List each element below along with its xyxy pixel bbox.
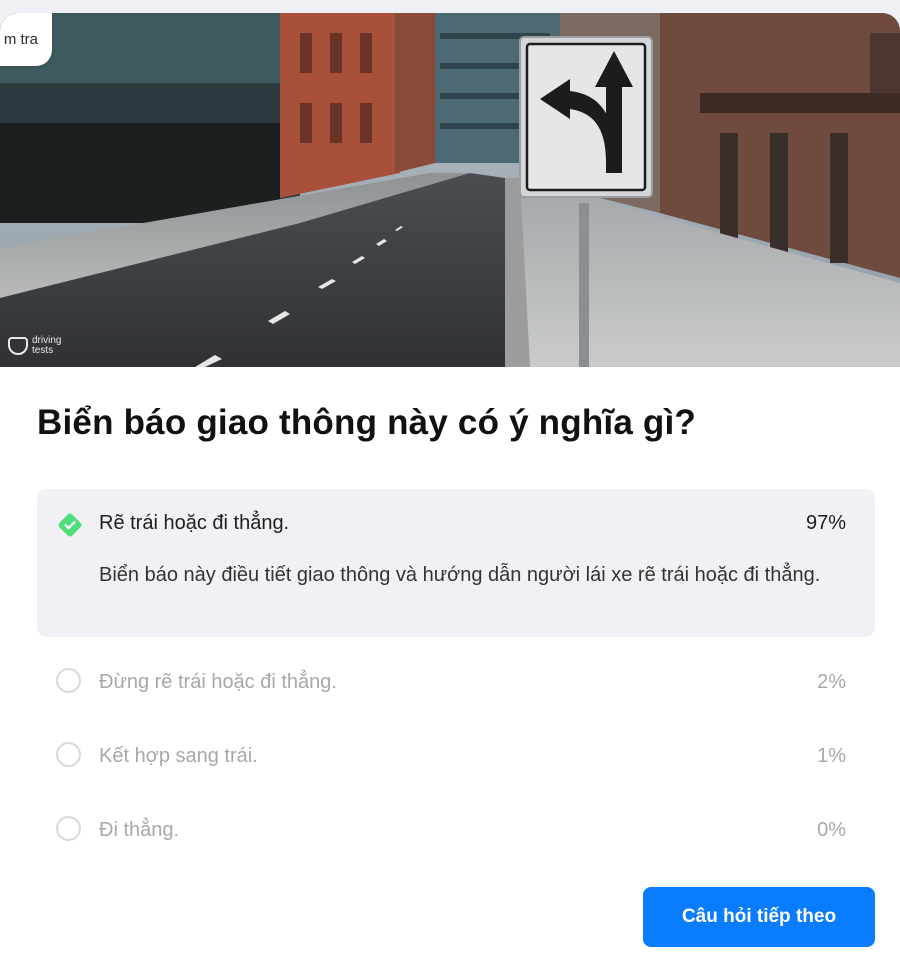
radio-circle-icon [56, 816, 81, 841]
option-label: Đi thẳng. [99, 819, 180, 841]
brand-line-2: tests [32, 345, 54, 356]
option-label: Đừng rẽ trái hoặc đi thẳng. [99, 671, 337, 693]
radio-circle-icon [56, 668, 81, 693]
image-brand-logo: driving tests [8, 336, 61, 356]
question-title: Biển báo giao thông này có ý nghĩa gì? [37, 403, 697, 442]
option-percent: 97% [805, 512, 846, 534]
quiz-card: driving tests m tra Biển báo giao thông … [0, 13, 900, 980]
option-percent: 2% [817, 671, 846, 693]
tab-label[interactable]: m tra [0, 13, 52, 66]
answer-option[interactable]: Đi thẳng. 0% [37, 796, 875, 856]
answer-option-correct[interactable]: Rẽ trái hoặc đi thẳng. 97% Biển báo này … [37, 489, 875, 637]
street-scene-illustration [0, 13, 900, 367]
option-percent: 1% [817, 745, 846, 767]
option-explanation: Biển báo này điều tiết giao thông và hướ… [99, 564, 821, 586]
next-question-button[interactable]: Câu hỏi tiếp theo [643, 887, 875, 947]
question-image: driving tests [0, 13, 900, 367]
radio-circle-icon [56, 742, 81, 767]
check-diamond-icon [58, 513, 82, 537]
drivingtests-logo-icon [8, 337, 28, 355]
option-label: Rẽ trái hoặc đi thẳng. [99, 512, 290, 534]
tab-label-text: m tra [3, 31, 38, 48]
option-percent: 0% [817, 819, 846, 841]
answer-option[interactable]: Đừng rẽ trái hoặc đi thẳng. 2% [37, 648, 875, 708]
option-label: Kết hợp sang trái. [99, 745, 258, 767]
answer-option[interactable]: Kết hợp sang trái. 1% [37, 722, 875, 782]
